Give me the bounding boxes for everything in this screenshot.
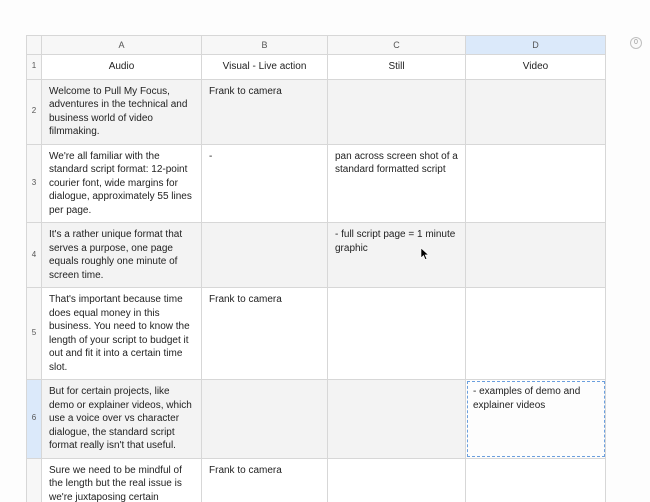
cell-a3[interactable]: We're all familiar with the standard scr…: [42, 144, 202, 223]
cell-c6[interactable]: [328, 380, 466, 459]
cell-b7[interactable]: Frank to camera: [202, 458, 328, 502]
cell-d2[interactable]: [466, 79, 606, 144]
cell-c4[interactable]: - full script page = 1 minute graphic: [328, 223, 466, 288]
cell-b2[interactable]: Frank to camera: [202, 79, 328, 144]
column-header-b[interactable]: B: [202, 36, 328, 55]
column-header-a[interactable]: A: [42, 36, 202, 55]
row-header-2[interactable]: 2: [27, 79, 42, 144]
cell-c5[interactable]: [328, 288, 466, 380]
cell-d1[interactable]: Video: [466, 55, 606, 80]
cell-a7[interactable]: Sure we need to be mindful of the length…: [42, 458, 202, 502]
column-group-handle-right[interactable]: 0: [630, 37, 642, 49]
cell-b1[interactable]: Visual - Live action: [202, 55, 328, 80]
spreadsheet-viewport: 0 0 A B C D 1 Audio Visual - Live action…: [0, 0, 650, 502]
row-header-5[interactable]: 5: [27, 288, 42, 380]
row-header-6[interactable]: 6: [27, 380, 42, 459]
cell-c3[interactable]: pan across screen shot of a standard for…: [328, 144, 466, 223]
cell-b5[interactable]: Frank to camera: [202, 288, 328, 380]
spreadsheet-grid[interactable]: A B C D 1 Audio Visual - Live action Sti…: [26, 35, 606, 502]
cell-d4[interactable]: [466, 223, 606, 288]
cell-d3[interactable]: [466, 144, 606, 223]
cell-a2[interactable]: Welcome to Pull My Focus, adventures in …: [42, 79, 202, 144]
cell-a6[interactable]: But for certain projects, like demo or e…: [42, 380, 202, 459]
row-header-7[interactable]: 7: [27, 458, 42, 502]
cell-c2[interactable]: [328, 79, 466, 144]
select-all-corner[interactable]: [27, 36, 42, 55]
row-header-3[interactable]: 3: [27, 144, 42, 223]
cell-b4[interactable]: [202, 223, 328, 288]
cell-d5[interactable]: [466, 288, 606, 380]
row-header-4[interactable]: 4: [27, 223, 42, 288]
column-header-d[interactable]: D: [466, 36, 606, 55]
cell-b3[interactable]: -: [202, 144, 328, 223]
cell-b6[interactable]: [202, 380, 328, 459]
cell-a5[interactable]: That's important because time does equal…: [42, 288, 202, 380]
cell-d6[interactable]: - examples of demo and explainer videos: [466, 380, 606, 459]
column-header-c[interactable]: C: [328, 36, 466, 55]
cell-a1[interactable]: Audio: [42, 55, 202, 80]
cell-c7[interactable]: [328, 458, 466, 502]
cell-c1[interactable]: Still: [328, 55, 466, 80]
cell-a4[interactable]: It's a rather unique format that serves …: [42, 223, 202, 288]
cell-d7[interactable]: [466, 458, 606, 502]
row-header-1[interactable]: 1: [27, 55, 42, 80]
